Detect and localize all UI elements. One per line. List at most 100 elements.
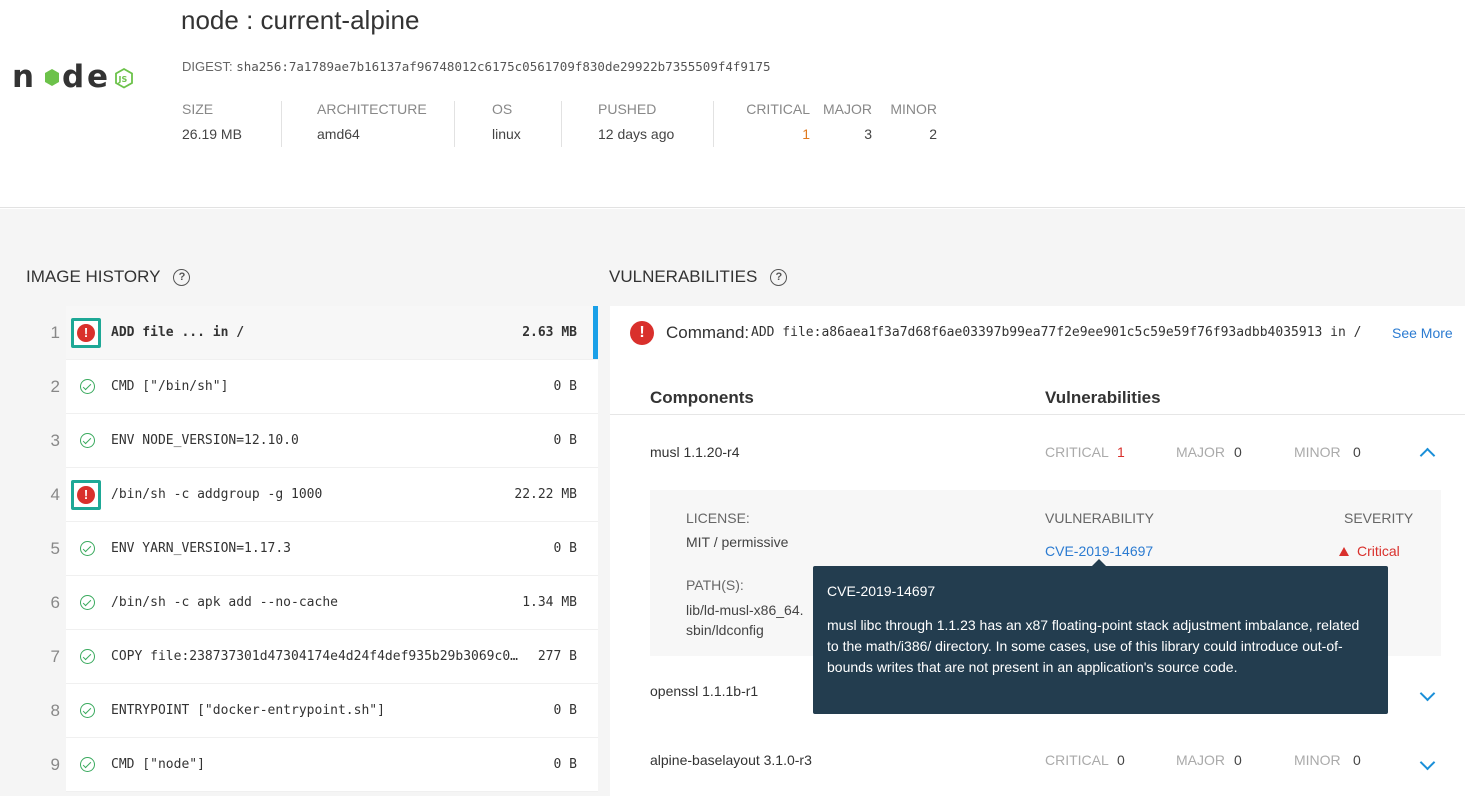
license-label: LICENSE:: [686, 510, 750, 526]
image-history-heading: IMAGE HISTORY ?: [26, 267, 191, 287]
history-command: COPY file:238737301d47304174e4d24f4def93…: [111, 649, 518, 664]
column-vulnerabilities: Vulnerabilities: [1045, 388, 1161, 407]
history-size: 277 B: [537, 649, 577, 664]
meta-critical: CRITICAL 1: [746, 101, 810, 147]
meta-architecture-label: ARCHITECTURE: [317, 101, 427, 117]
history-row[interactable]: 2 CMD ["/bin/sh"] 0 B: [26, 360, 598, 414]
check-circle-icon: [80, 757, 95, 772]
severity-value: Critical: [1339, 543, 1400, 559]
error-icon: !: [630, 321, 654, 345]
meta-size-label: SIZE: [182, 101, 214, 117]
history-row[interactable]: 1 ! ADD file ... in / 2.63 MB: [26, 306, 598, 360]
critical-count: 0: [1117, 752, 1125, 768]
path-item: sbin/ldconfig: [686, 622, 764, 638]
history-row-number: 8: [26, 684, 66, 738]
cve-tooltip: CVE-2019-14697 musl libc through 1.1.23 …: [813, 559, 1388, 714]
vulnerabilities-heading: VULNERABILITIES ?: [609, 267, 788, 287]
selected-row-indicator: [593, 306, 598, 359]
history-command: ADD file ... in /: [111, 325, 245, 340]
meta-major-label: MAJOR: [823, 101, 872, 117]
component-name: openssl 1.1.1b-r1: [650, 683, 759, 699]
history-row[interactable]: 9 CMD ["node"] 0 B: [26, 738, 598, 792]
image-history-title: IMAGE HISTORY: [26, 267, 161, 286]
history-command: ENV YARN_VERSION=1.17.3: [111, 541, 292, 556]
history-row-number: 5: [26, 522, 66, 576]
major-label: MAJOR: [1176, 752, 1225, 768]
meta-critical-label: CRITICAL: [746, 101, 810, 117]
image-digest: DIGEST: sha256:7a1789ae7b16137af96748012…: [182, 59, 771, 74]
cve-link[interactable]: CVE-2019-14697: [1045, 543, 1153, 559]
meta-os-label: OS: [492, 101, 513, 117]
paths-label: PATH(S):: [686, 577, 744, 593]
minor-count: 0: [1353, 444, 1361, 460]
highlight-box: !: [71, 318, 101, 348]
history-command: CMD ["node"]: [111, 757, 205, 772]
history-size: 1.34 MB: [522, 595, 577, 610]
svg-text:n: n: [12, 59, 34, 95]
history-row-number: 9: [26, 738, 66, 792]
history-row[interactable]: 6 /bin/sh -c apk add --no-cache 1.34 MB: [26, 576, 598, 630]
history-size: 0 B: [553, 379, 577, 394]
history-row[interactable]: 3 ENV NODE_VERSION=12.10.0 0 B: [26, 414, 598, 468]
component-row[interactable]: musl 1.1.20-r4 CRITICAL 1 MAJOR 0 MINOR …: [610, 416, 1465, 492]
check-circle-icon: [80, 379, 95, 394]
minor-count: 0: [1353, 752, 1361, 768]
history-size: 0 B: [553, 703, 577, 718]
meta-major-value: 3: [864, 126, 872, 142]
major-label: MAJOR: [1176, 444, 1225, 460]
meta-size-value: 26.19 MB: [182, 126, 242, 142]
chevron-down-icon[interactable]: [1420, 758, 1434, 772]
critical-label: CRITICAL: [1045, 752, 1109, 768]
meta-size: SIZE 26.19 MB: [182, 101, 282, 147]
history-row-number: 1: [26, 306, 66, 360]
history-row-number: 4: [26, 468, 66, 522]
history-row[interactable]: 8 ENTRYPOINT ["docker-entrypoint.sh"] 0 …: [26, 684, 598, 738]
component-row[interactable]: alpine-baselayout 3.1.0-r3 CRITICAL 0 MA…: [610, 732, 1465, 796]
vulnerability-label: VULNERABILITY: [1045, 510, 1154, 526]
component-name: musl 1.1.20-r4: [650, 444, 740, 460]
history-size: 2.63 MB: [522, 325, 577, 340]
vulnerabilities-title: VULNERABILITIES: [609, 267, 758, 286]
major-count: 0: [1234, 752, 1242, 768]
meta-pushed-label: PUSHED: [598, 101, 657, 117]
history-row[interactable]: 5 ENV YARN_VERSION=1.17.3 0 B: [26, 522, 598, 576]
check-circle-icon: [80, 541, 95, 556]
svg-text:d: d: [62, 59, 84, 95]
meta-architecture-value: amd64: [317, 126, 360, 142]
history-row-number: 3: [26, 414, 66, 468]
history-command: ENTRYPOINT ["docker-entrypoint.sh"]: [111, 703, 385, 718]
chevron-up-icon[interactable]: [1420, 446, 1434, 460]
history-row[interactable]: 7 COPY file:238737301d47304174e4d24f4def…: [26, 630, 598, 684]
history-size: 0 B: [553, 541, 577, 556]
history-command: ENV NODE_VERSION=12.10.0: [111, 433, 299, 448]
meta-minor: MINOR 2: [887, 101, 937, 147]
license-value: MIT / permissive: [686, 534, 789, 550]
minor-label: MINOR: [1294, 752, 1341, 768]
critical-count: 1: [1117, 444, 1125, 460]
minor-label: MINOR: [1294, 444, 1341, 460]
tooltip-title: CVE-2019-14697: [827, 583, 936, 599]
question-circle-icon[interactable]: ?: [173, 268, 191, 286]
history-row[interactable]: 4 ! /bin/sh -c addgroup -g 1000 22.22 MB: [26, 468, 598, 522]
chevron-down-icon[interactable]: [1420, 689, 1434, 703]
error-icon: !: [77, 486, 95, 504]
component-name: alpine-baselayout 3.1.0-r3: [650, 752, 812, 768]
question-circle-icon[interactable]: ?: [770, 268, 788, 286]
check-circle-icon: [80, 433, 95, 448]
error-icon: !: [77, 324, 95, 342]
history-command: /bin/sh -c apk add --no-cache: [111, 595, 338, 610]
page-title: node : current-alpine: [181, 5, 420, 35]
history-command: CMD ["/bin/sh"]: [111, 379, 229, 394]
command-bar: ! Command: ADD file:a86aea1f3a7d68f6ae03…: [610, 306, 1465, 360]
see-more-link[interactable]: See More: [1392, 325, 1453, 341]
image-header: n d e JS node : current-alpine DIGEST: s…: [0, 0, 1465, 208]
tooltip-body: musl libc through 1.1.23 has an x87 floa…: [827, 617, 1360, 675]
warning-triangle-icon: [1339, 547, 1349, 556]
meta-os: OS linux: [492, 101, 562, 147]
meta-architecture: ARCHITECTURE amd64: [317, 101, 455, 147]
svg-text:e: e: [87, 59, 108, 95]
digest-value: sha256:7a1789ae7b16137af96748012c6175c05…: [236, 59, 771, 74]
vulnerabilities-panel: ! Command: ADD file:a86aea1f3a7d68f6ae03…: [610, 306, 1465, 796]
node-js-logo: n d e JS: [12, 59, 133, 95]
command-text: ADD file:a86aea1f3a7d68f6ae03397b99ea77f…: [751, 325, 1362, 340]
